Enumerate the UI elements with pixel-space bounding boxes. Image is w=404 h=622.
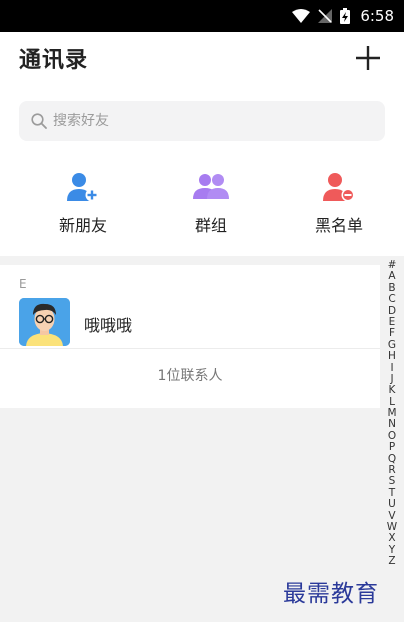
new-friends-button[interactable]: 新朋友 xyxy=(33,172,133,236)
block-user-icon xyxy=(321,172,357,202)
index-letter[interactable]: H xyxy=(388,350,396,362)
no-signal-icon xyxy=(318,9,333,23)
blacklist-label: 黑名单 xyxy=(314,216,363,235)
groups-label: 群组 xyxy=(194,216,227,235)
new-friends-label: 新朋友 xyxy=(58,216,107,235)
search-input[interactable] xyxy=(51,112,355,130)
add-user-icon xyxy=(65,172,101,202)
contacts-header: 通讯录 新朋友 xyxy=(0,32,404,256)
search-box[interactable] xyxy=(19,101,385,141)
index-letter[interactable]: K xyxy=(389,384,396,396)
index-letter[interactable]: C xyxy=(388,293,395,305)
index-letter[interactable]: Z xyxy=(388,555,395,567)
plus-icon xyxy=(356,46,380,70)
add-button[interactable] xyxy=(352,42,384,74)
group-icon xyxy=(193,172,229,202)
blacklist-button[interactable]: 黑名单 xyxy=(289,172,389,236)
page-title: 通讯录 xyxy=(19,48,89,73)
section-letter: E xyxy=(19,277,27,291)
battery-charging-icon xyxy=(340,8,351,24)
wifi-icon xyxy=(292,9,311,23)
contact-row[interactable]: 哦哦哦 xyxy=(0,298,380,349)
contact-list: E 哦哦哦 1位联系人 xyxy=(0,265,380,408)
contact-count: 1位联系人 xyxy=(157,368,223,384)
contact-name: 哦哦哦 xyxy=(84,316,133,335)
status-time: 6:58 xyxy=(360,7,394,25)
groups-button[interactable]: 群组 xyxy=(161,172,261,236)
watermark: 最需教育 xyxy=(283,581,379,607)
status-bar: 6:58 xyxy=(0,0,404,32)
index-letter[interactable]: P xyxy=(389,441,395,453)
search-icon xyxy=(31,113,47,129)
index-letter[interactable]: U xyxy=(388,498,396,510)
alphabet-index[interactable]: # A B C D E F G H I J K L M N O P Q R S T U V W X Y Z xyxy=(384,259,400,568)
avatar xyxy=(19,298,70,346)
